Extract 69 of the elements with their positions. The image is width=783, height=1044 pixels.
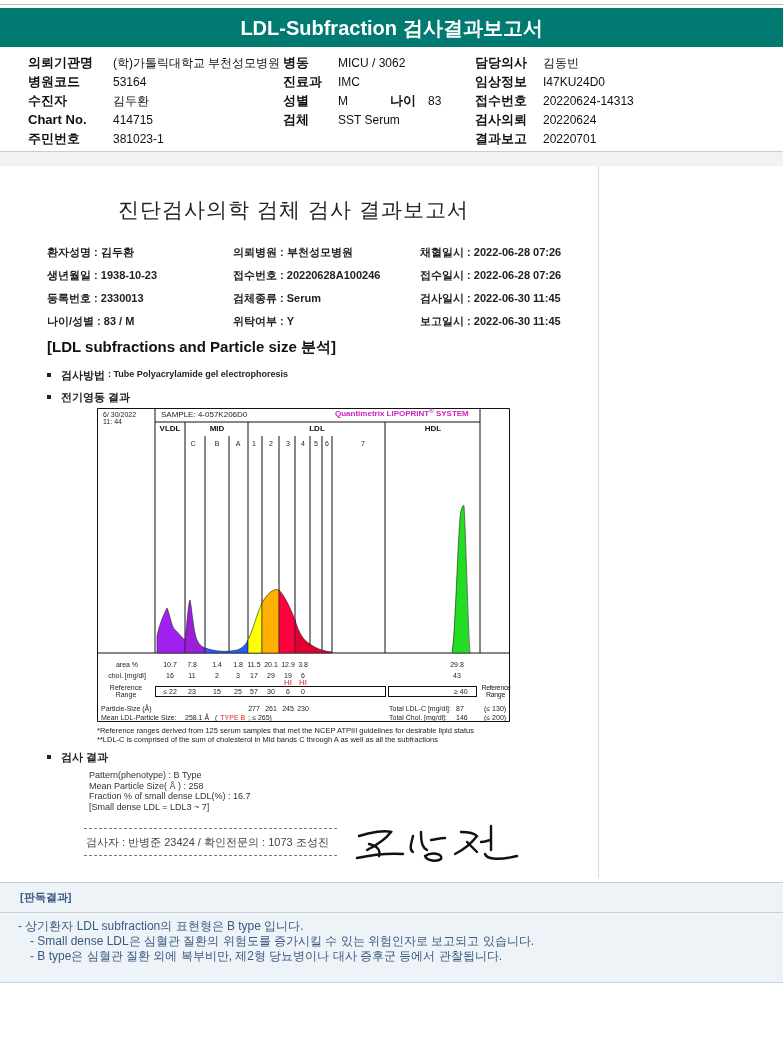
high-label: HI bbox=[299, 679, 307, 687]
result-line: [Small dense LDL = LDL3 ~ 7] bbox=[89, 801, 211, 812]
field-label: 담당의사 bbox=[475, 54, 528, 72]
result-line: Mean Particle Size( Å ) : 258 bbox=[89, 780, 205, 791]
report-title: LDL-Subfraction 검사결과보고서 bbox=[240, 15, 543, 41]
field-value: 53164 bbox=[113, 73, 148, 91]
method-value: : Tube Polyacrylamide gel electrophoresis bbox=[108, 368, 288, 382]
band-label: MID bbox=[209, 425, 225, 433]
band-label: VLDL bbox=[159, 425, 181, 433]
field-value: 20220624-14313 bbox=[543, 92, 635, 110]
field-label: 결과보고 bbox=[475, 130, 528, 148]
field-label: 접수번호 bbox=[475, 92, 528, 110]
field-value: SST Serum bbox=[338, 111, 400, 129]
interpretation-line: - Small dense LDL은 심혈관 질환의 위험도를 증가시킬 수 있는 위험인자로 보고되고 있습니다. bbox=[29, 934, 536, 949]
patient-field: 위탁여부 : Y bbox=[233, 312, 420, 330]
high-label: HI bbox=[284, 679, 292, 687]
field-label: 의뢰기관명 bbox=[28, 54, 94, 72]
field-value: 김두환 bbox=[113, 92, 150, 110]
bullet-icon bbox=[47, 395, 51, 399]
field-label: 병동 bbox=[283, 54, 310, 72]
field-value: 83 bbox=[428, 92, 442, 110]
result-line: Fraction % of small dense LDL(%) : 16.7 bbox=[89, 791, 252, 802]
field-value: 김동빈 bbox=[543, 54, 580, 72]
patient-field: 검체종류 : Serum bbox=[233, 289, 420, 307]
interpretation-line: - B type은 심혈관 질환 외에 복부비만, 제2형 당뇨병이나 대사 증후군 등에서 관찰됩니다. bbox=[29, 949, 504, 964]
field-label: 수진자 bbox=[28, 92, 68, 110]
document-title: 진단검사의학 검체 검사 결과보고서 bbox=[118, 197, 470, 223]
field-value: MICU / 3062 bbox=[338, 54, 406, 72]
band-label: HDL bbox=[424, 425, 442, 433]
patient-field: 채혈일시 : 2022-06-28 07:26 bbox=[420, 243, 590, 261]
bullet-icon bbox=[47, 373, 51, 377]
field-label: Chart No. bbox=[28, 111, 88, 129]
patient-field: 의뢰병원 : 부천성모병원 bbox=[233, 243, 420, 261]
patient-field: 보고일시 : 2022-06-30 11:45 bbox=[420, 312, 590, 330]
field-label: 검체 bbox=[283, 111, 310, 129]
subsection-heading: 전기영동 결과 bbox=[61, 389, 131, 405]
patient-field: 접수번호 : 20220628A100246 bbox=[233, 266, 420, 284]
subsection-heading: 검사 결과 bbox=[61, 749, 109, 765]
method-label: 검사방법 bbox=[61, 367, 105, 383]
sample-id: SAMPLE: 4-057K206D0 bbox=[161, 411, 248, 419]
field-label: 검사의뢰 bbox=[475, 111, 528, 129]
patient-field: 등록번호 : 2330013 bbox=[47, 289, 233, 307]
patient-field: 나이/성별 : 83 / M bbox=[47, 312, 233, 330]
system-logo: Quantimetrix LIPOPRINT$^{®}$ SYSTEM bbox=[335, 410, 469, 418]
field-label: 진료과 bbox=[283, 73, 323, 91]
field-value: 381023-1 bbox=[113, 130, 165, 148]
patient-field: 검사일시 : 2022-06-30 11:45 bbox=[420, 289, 590, 307]
field-value: I47KU24D0 bbox=[543, 73, 607, 91]
interpretation-line: - 상기환자 LDL subfraction의 표현형은 B type 입니다. bbox=[18, 919, 305, 934]
field-value: M bbox=[338, 92, 349, 110]
bullet-icon bbox=[47, 755, 51, 759]
field-value: IMC bbox=[338, 73, 361, 91]
field-value: 414715 bbox=[113, 111, 155, 129]
patient-field: 생년월일 : 1938-10-23 bbox=[47, 266, 233, 284]
field-label: 성별 bbox=[283, 92, 310, 110]
result-line: Pattern(phenotype) : B Type bbox=[89, 770, 203, 781]
field-label: 주민번호 bbox=[28, 130, 81, 148]
patient-field: 접수일시 : 2022-06-28 07:26 bbox=[420, 266, 590, 284]
field-label: 임상정보 bbox=[475, 73, 528, 91]
field-label: 병원코드 bbox=[28, 73, 81, 91]
band-label: LDL bbox=[309, 425, 325, 433]
field-value: 20220701 bbox=[543, 130, 598, 148]
interpretation-heading: [판독결과] bbox=[20, 890, 72, 906]
signature-line: 검사자 : 반병준 23424 / 확인전문의 : 1073 조성진 bbox=[84, 827, 337, 857]
section-title: [LDL subfractions and Particle size 분석] bbox=[47, 336, 337, 357]
field-label: 나이 bbox=[390, 92, 417, 110]
field-value: (학)가톨릭대학교 부천성모병원 bbox=[113, 54, 282, 72]
field-value: 20220624 bbox=[543, 111, 598, 129]
patient-field: 환자성명 : 김두환 bbox=[47, 243, 233, 261]
